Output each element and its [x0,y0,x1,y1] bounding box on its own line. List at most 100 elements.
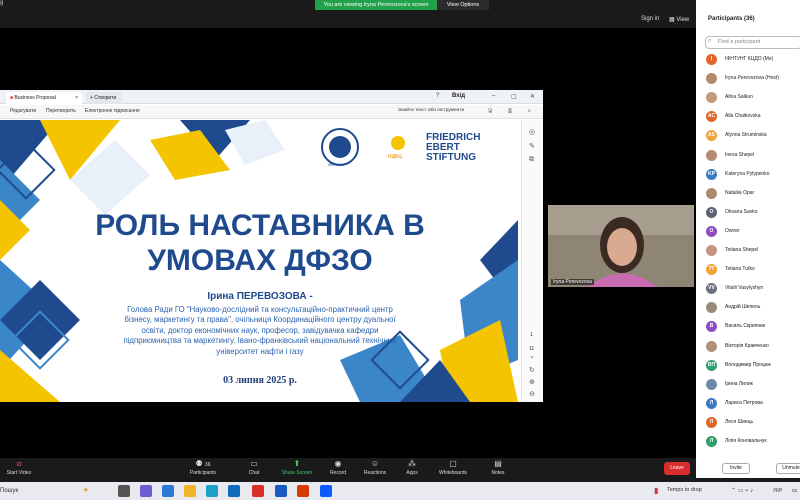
tab-new[interactable]: + Створити [86,92,122,104]
participant-row[interactable]: ВП Володимир Процюк [706,358,800,375]
chrome-icon[interactable] [252,485,264,497]
participant-row[interactable]: KP Kateryna Pylypenko [706,167,800,184]
apps-button[interactable]: ⁂ Apps [402,458,422,476]
share-screen-icon: ⬆ [293,459,301,468]
close-icon[interactable]: × [75,92,78,104]
maximize-icon[interactable]: ▢ [511,93,517,100]
participant-row[interactable]: Андрій Шепель [706,300,800,317]
esign-button[interactable]: Електронне підписання [85,108,140,114]
file-explorer-icon[interactable] [184,485,196,497]
outlook-icon[interactable] [162,485,174,497]
university-logo: ІФНТУНГ [328,162,346,167]
participant-row[interactable]: AS Alyona Struminska [706,128,800,145]
slide-title: РОЛЬ НАСТАВНИКА В УМОВАХ ДФЗО [80,208,440,278]
unmute-all-button[interactable]: Unmute [776,463,800,474]
avatar [706,340,717,352]
participant-row[interactable]: Л Лариса Петрова [706,396,800,413]
view-button[interactable]: ▦ View [669,16,689,23]
comment-icon[interactable]: ◎ [529,128,535,136]
participant-name: Oksana Savko [725,208,758,215]
tray-icons[interactable]: ⌃ ▭ ⌁ ♪ [731,487,753,494]
zoom-app-icon[interactable] [320,485,332,497]
edge-icon[interactable] [206,485,218,497]
participant-row[interactable]: O Oksana Savko [706,205,800,222]
window-close-icon[interactable]: ✕ [530,93,535,100]
participant-row[interactable]: Inesa Shepel [706,148,800,165]
weather-widget[interactable]: Temps to drop [667,487,702,493]
minimize-icon[interactable]: – [492,93,495,99]
save-icon[interactable]: 🖫 [488,108,492,116]
help-icon[interactable]: ? [436,93,439,99]
participant-name: Iryna Perevozova (Host) [725,75,779,82]
reactions-button[interactable]: ☺ Reactions [361,458,389,476]
task-view-icon[interactable] [118,485,130,497]
sign-in-button[interactable]: Вхід [452,93,465,99]
participant-name: Alla Chaikovska [725,113,761,120]
app-title: g [0,0,4,6]
edit-button[interactable]: Редагувати [10,108,36,114]
participant-row[interactable]: Вікторія Кравченко [706,339,800,356]
pages-icon[interactable]: ⧉ [529,156,534,164]
start-video-button[interactable]: ⧄ Start Video [4,458,34,476]
leave-button[interactable]: Leave [664,462,690,475]
chevron-down-icon[interactable]: ⌄ [529,352,535,360]
avatar: AS [706,130,717,142]
view-options-button[interactable]: View Options [437,0,489,10]
participant-row[interactable]: Nataliia Opar [706,186,800,203]
video-tile[interactable] [548,205,694,287]
participant-row[interactable]: Iryna Perevozova (Host) [706,71,800,88]
reactions-label: Reactions [363,470,387,476]
avatar: Л [706,416,717,428]
record-button[interactable]: ◉ Record [326,458,350,476]
participant-row[interactable]: Ірина Лилик [706,377,800,394]
zoom-out-icon[interactable]: ⊖ [529,390,535,398]
whiteboard-icon: ▢ [449,459,457,468]
chat-button[interactable]: ▭ Chat [244,458,264,476]
invite-button[interactable]: Invite [722,463,750,474]
share-screen-button[interactable]: ⬆ Share Screen [280,458,314,476]
sparkle-icon: ✦ [82,485,90,495]
store-icon[interactable] [228,485,240,497]
participant-row[interactable]: Л Лілія Коновальчук [706,434,800,451]
page-number: 1 [530,332,533,338]
sign-in-link[interactable]: Sign in [641,16,659,22]
participant-row[interactable]: В Василь Скрипник [706,319,800,336]
participant-name: Tetiana Shepel [725,247,759,253]
taskbar-search[interactable]: Пошук [0,488,18,494]
participant-row[interactable]: AC Alla Chaikovska [706,109,800,126]
participant-row[interactable]: I ІФНТУНГ КЦДО (Me) [706,52,800,69]
copilot-icon[interactable] [140,485,152,497]
participant-row[interactable]: VV Vitalii Vasylyshyn [706,281,800,298]
tab-business-proposal[interactable]: ■ Business Proposal × [6,92,82,104]
participant-row[interactable]: Alina Salkun [706,90,800,107]
language-indicator[interactable]: УКР [773,488,782,494]
avatar: В [706,321,717,333]
word-icon[interactable] [275,485,287,497]
clock[interactable]: 03 [792,488,797,493]
notes-button[interactable]: ▤ Notes [488,458,508,476]
fes-logo: FRIEDRICH EBERT STIFTUNG [426,133,480,163]
participant-row[interactable]: TT Tetiana Tutko [706,262,800,279]
convert-button[interactable]: Перетворить [46,108,76,114]
participants-title: Participants (36) [708,16,755,22]
print-icon[interactable]: ⎙ [508,108,512,114]
video-name-label: Iryna Perevozova [551,279,594,285]
participant-name: Alyona Struminska [725,132,767,139]
acrobat-icon[interactable] [297,485,309,497]
refresh-icon[interactable]: ↻ [529,366,535,374]
participants-button[interactable]: ⚉ 36 Participants [186,458,220,476]
participant-search-input[interactable]: Find a participant [705,36,800,49]
find-tools-search[interactable]: Знайти текст або інструменти [398,108,464,113]
slide-author: Ірина ПЕРЕВОЗОВА - [207,291,313,302]
participant-name: Tetiana Tutko [725,266,755,273]
thermometer-icon: ▮ [654,486,659,495]
npc-logo: НДКЦ [388,154,402,160]
participant-row[interactable]: O Owner [706,224,800,241]
participant-row[interactable]: Л Леся Швець [706,415,800,432]
whiteboards-button[interactable]: ▢ Whiteboards [436,458,470,476]
edit-icon[interactable]: ✎ [529,142,535,150]
pdf-toolbar: Редагувати Перетворить Електронне підпис… [0,105,543,119]
zoom-in-icon[interactable]: ⊕ [529,378,535,386]
search-icon[interactable]: ⌕ [528,108,531,114]
participant-row[interactable]: Tetiana Shepel [706,243,800,260]
